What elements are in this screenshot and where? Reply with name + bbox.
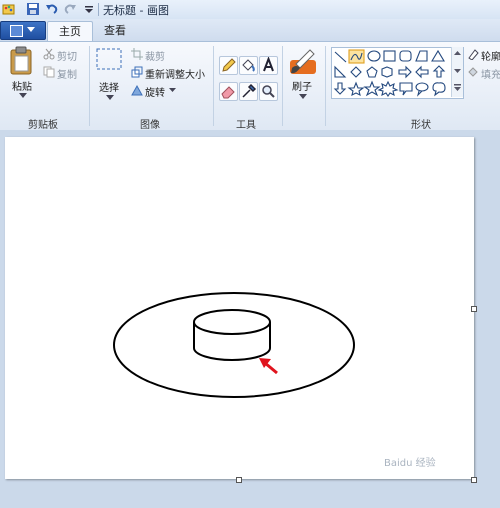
- outline-button[interactable]: 轮廓: [481, 48, 500, 63]
- clipboard-group-label: 剪贴板: [28, 120, 58, 131]
- image-group-label: 图像: [140, 120, 160, 131]
- color-picker-tool-button[interactable]: [239, 82, 258, 101]
- select-dropdown-icon[interactable]: [106, 95, 114, 101]
- rotate-icon: [131, 84, 143, 96]
- shapes-group-label: 形状: [411, 120, 431, 131]
- rotate-dropdown-icon[interactable]: [169, 88, 176, 93]
- group-divider: [213, 46, 214, 126]
- paint-bucket-icon: [242, 59, 255, 72]
- copy-button[interactable]: 复制: [57, 66, 77, 81]
- shapes-gallery[interactable]: [331, 47, 464, 99]
- paint-menu-button[interactable]: [0, 21, 46, 40]
- tab-home[interactable]: 主页: [47, 21, 93, 41]
- cut-button[interactable]: 剪切: [57, 48, 77, 63]
- resize-handle-bottom[interactable]: [236, 477, 242, 483]
- save-icon[interactable]: [26, 2, 40, 16]
- window-title: 无标题 - 画图: [103, 4, 169, 17]
- watermark: Baidu 经验: [384, 458, 436, 469]
- brushes-dropdown-icon[interactable]: [299, 94, 307, 100]
- cylinder-top: [193, 309, 271, 335]
- copy-icon: [43, 66, 55, 78]
- group-divider: [325, 46, 326, 126]
- fill-icon: [468, 67, 478, 77]
- eyedropper-icon: [242, 83, 257, 98]
- text-tool-button[interactable]: [259, 56, 278, 75]
- crop-button[interactable]: 裁剪: [145, 48, 165, 63]
- resize-handle-corner[interactable]: [471, 477, 477, 483]
- resize-handle-right[interactable]: [471, 306, 477, 312]
- cylinder-body: [193, 322, 271, 361]
- brush-icon[interactable]: [288, 46, 318, 76]
- large-ellipse: [113, 292, 355, 398]
- chevron-down-icon: [27, 27, 35, 32]
- group-divider: [282, 46, 283, 126]
- paint-menu-icon: [10, 25, 23, 37]
- text-icon: [263, 56, 274, 72]
- red-arrow-annotation: [259, 358, 278, 375]
- redo-icon[interactable]: [63, 2, 77, 16]
- resize-button[interactable]: 重新调整大小: [145, 66, 205, 81]
- select-icon[interactable]: [96, 48, 122, 72]
- rotate-button[interactable]: 旋转: [145, 84, 165, 99]
- group-divider: [89, 46, 90, 126]
- paste-button[interactable]: 粘贴: [12, 78, 32, 93]
- pencil-tool-button[interactable]: [219, 56, 238, 75]
- brushes-button[interactable]: 刷子: [292, 78, 312, 93]
- title-separator: [98, 3, 99, 16]
- undo-icon[interactable]: [45, 2, 59, 16]
- shape-icons: [333, 49, 446, 97]
- paint-app-icon[interactable]: [2, 2, 16, 16]
- scissors-icon: [43, 48, 55, 60]
- pencil-icon: [222, 58, 236, 72]
- outline-icon: [468, 49, 479, 60]
- select-button[interactable]: 选择: [99, 79, 119, 94]
- line-shape-icon: [334, 51, 347, 63]
- eraser-icon: [221, 86, 235, 99]
- fill-button[interactable]: 填充: [481, 66, 500, 81]
- fill-tool-button[interactable]: [239, 56, 258, 75]
- magnifier-icon: [262, 85, 275, 98]
- crop-icon: [131, 48, 143, 60]
- magnifier-tool-button[interactable]: [259, 82, 278, 101]
- tools-group-label: 工具: [236, 120, 256, 131]
- scroll-arrows-icon: [454, 51, 461, 91]
- tab-view[interactable]: 查看: [95, 21, 135, 40]
- shapes-scrollbar[interactable]: [451, 47, 463, 97]
- paste-icon[interactable]: [9, 46, 35, 76]
- resize-icon: [131, 66, 143, 78]
- canvas-drawing: [113, 292, 355, 398]
- drawing-canvas[interactable]: [5, 137, 474, 479]
- paste-dropdown-icon[interactable]: [19, 93, 27, 99]
- customize-toolbar-icon[interactable]: [82, 2, 96, 16]
- title-bar: 无标题 - 画图: [0, 0, 500, 20]
- eraser-tool-button[interactable]: [219, 82, 238, 101]
